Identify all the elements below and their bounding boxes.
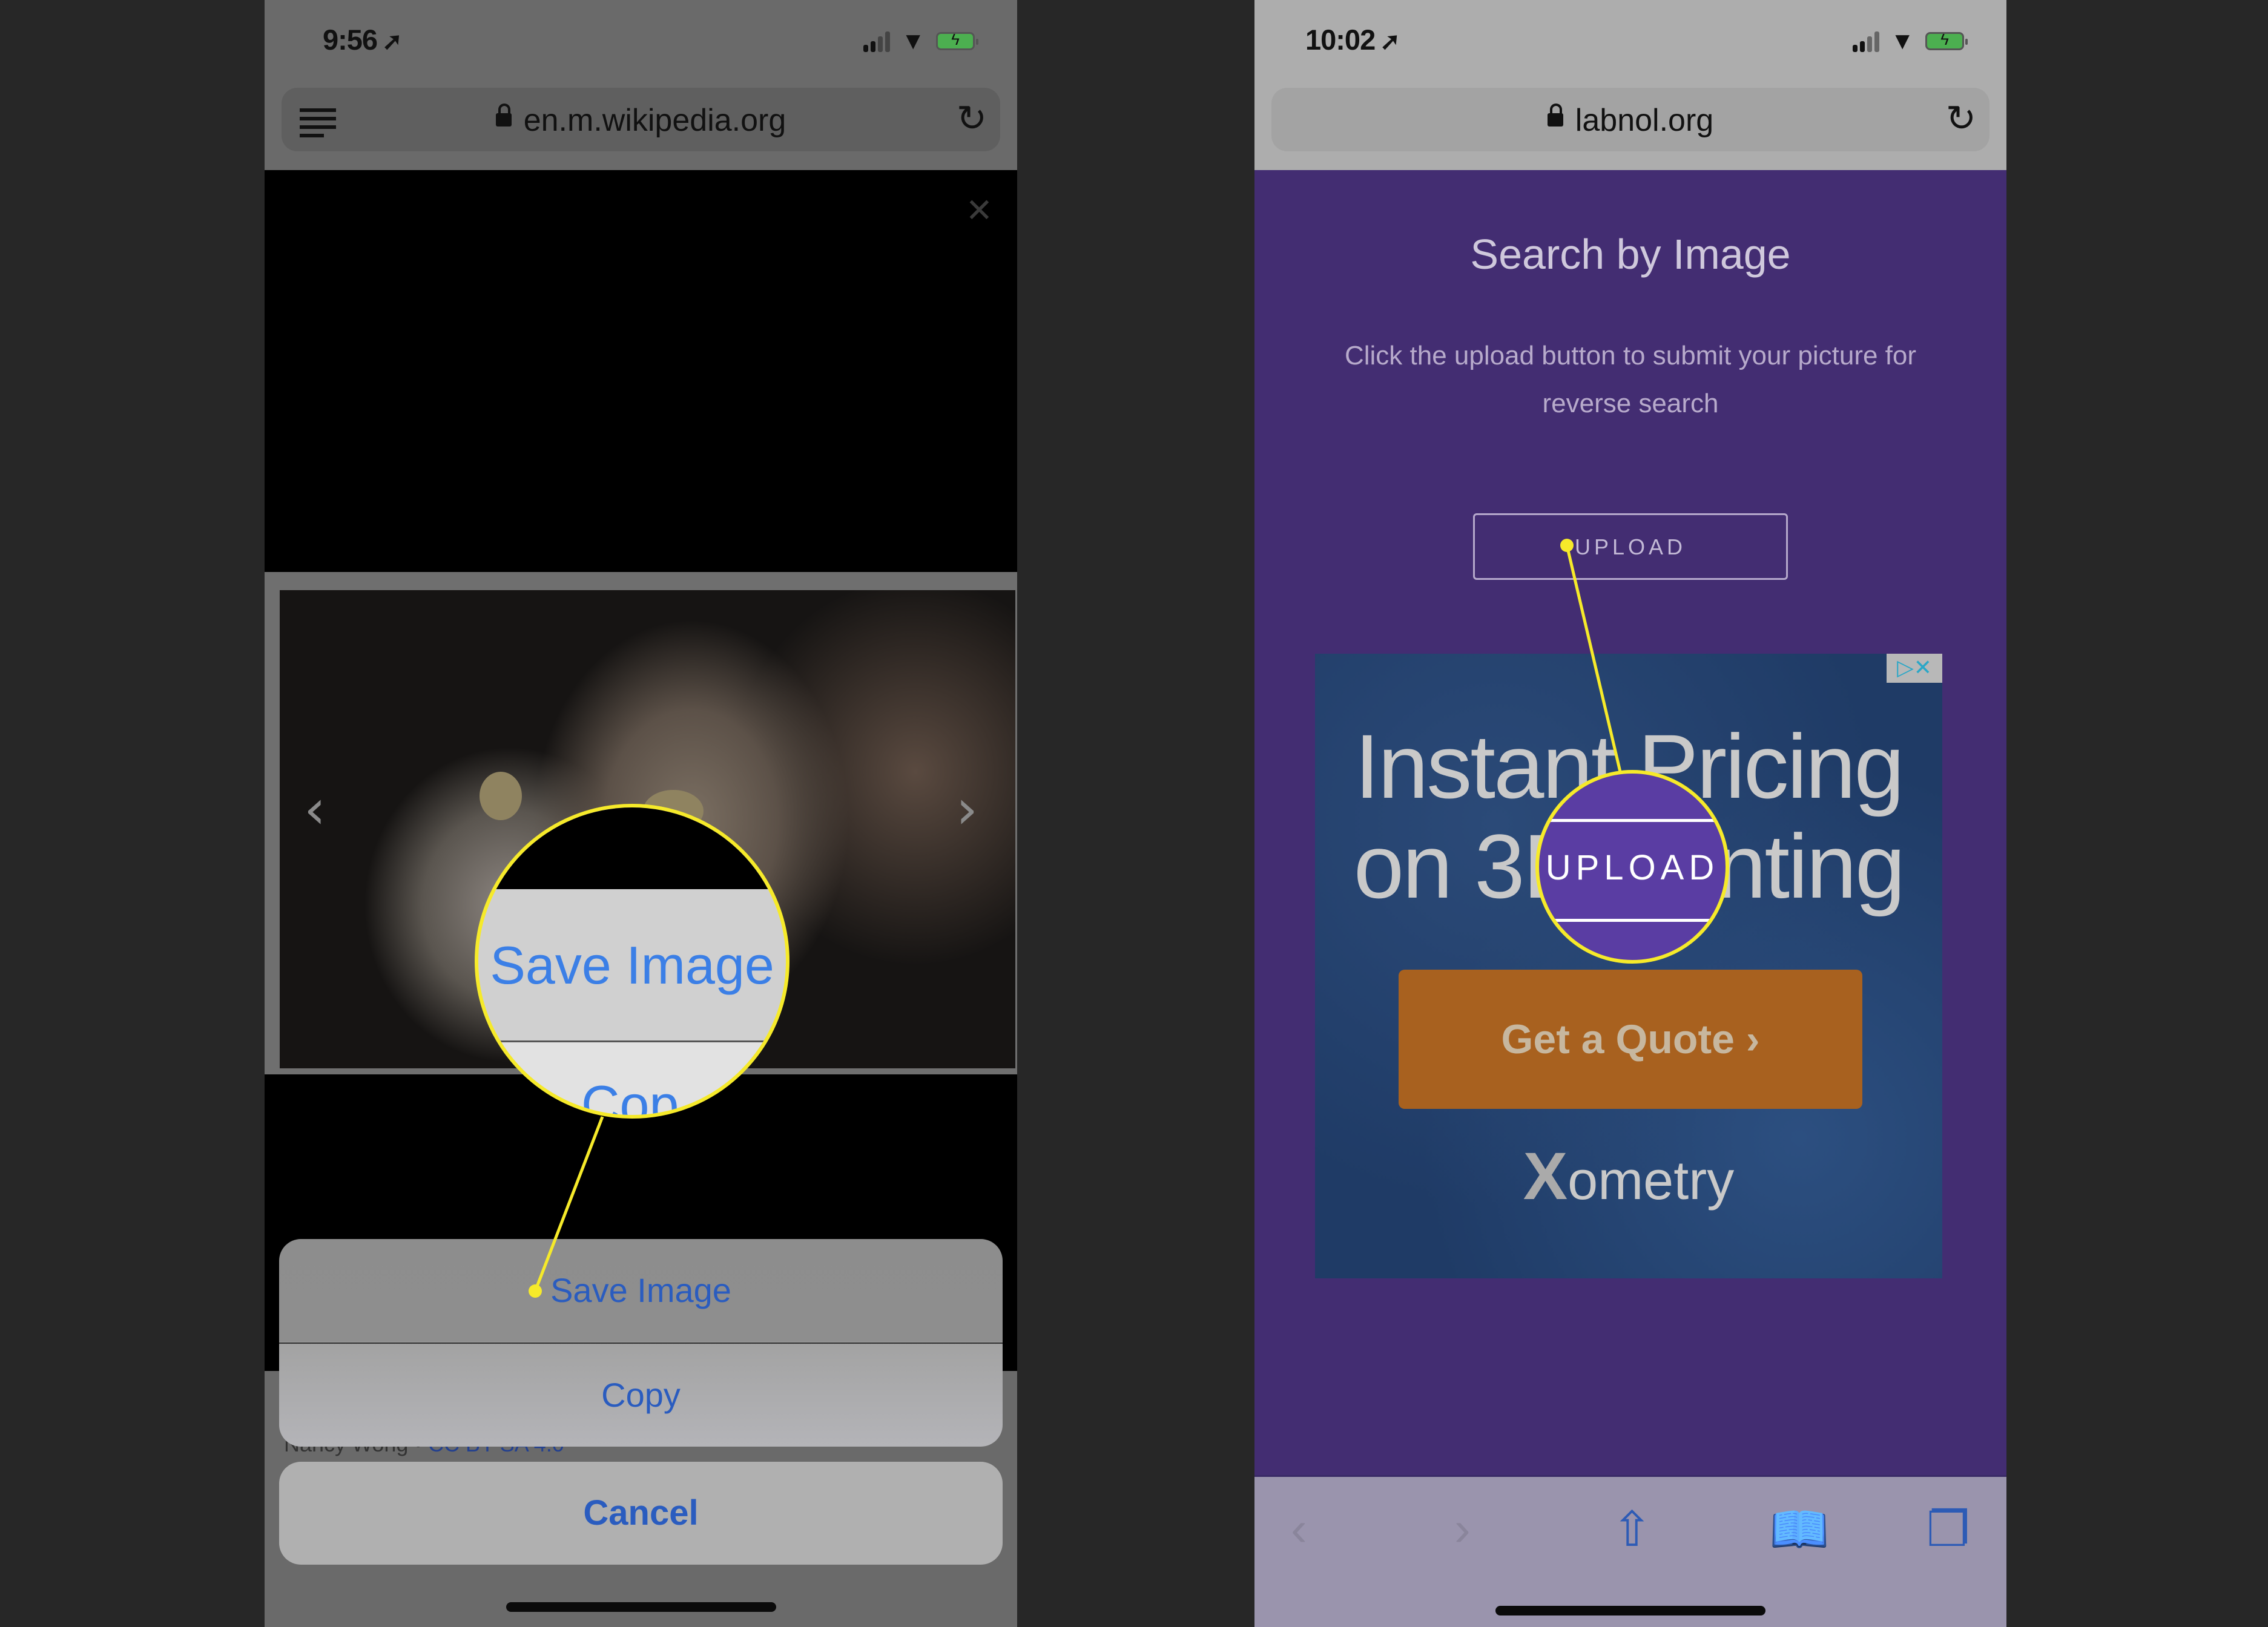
- page-title: Search by Image: [1470, 231, 1791, 278]
- adchoices-icon[interactable]: ▷✕: [1887, 654, 1942, 683]
- url-text[interactable]: labnol.org: [1575, 103, 1713, 138]
- home-indicator[interactable]: [1495, 1606, 1765, 1615]
- home-indicator[interactable]: [506, 1602, 776, 1612]
- battery-icon: ϟ: [936, 30, 978, 50]
- copy-button[interactable]: Copy: [279, 1344, 1003, 1447]
- get-quote-button[interactable]: Get a Quote ›: [1399, 970, 1862, 1109]
- reload-icon[interactable]: ↻: [957, 97, 987, 140]
- url-text[interactable]: en.m.wikipedia.org: [524, 103, 786, 138]
- wifi-icon: ▼: [901, 27, 925, 54]
- advertisement[interactable]: ▷✕ Instant Pricing on 3D Printing Get a …: [1315, 654, 1942, 1278]
- address-bar[interactable]: labnol.org ↻: [1271, 88, 1989, 151]
- location-icon: ➚: [1380, 28, 1400, 55]
- magnified-save-image: Save Image: [490, 935, 774, 995]
- address-bar[interactable]: en.m.wikipedia.org ↻: [282, 88, 1000, 151]
- back-icon[interactable]: ‹: [1291, 1501, 1307, 1557]
- wifi-icon: ▼: [1890, 27, 1914, 54]
- close-icon[interactable]: ✕: [966, 191, 993, 229]
- status-bar: 9:56 ➚ ▼ ϟ: [265, 0, 1017, 85]
- next-image-icon[interactable]: ›: [956, 778, 978, 841]
- battery-icon: ϟ: [1925, 30, 1968, 50]
- share-icon[interactable]: ⇧: [1612, 1501, 1652, 1557]
- previous-image-icon[interactable]: ‹: [304, 778, 326, 841]
- action-sheet: Save Image Copy: [279, 1239, 1003, 1447]
- status-bar: 10:02 ➚ ▼ ϟ: [1254, 0, 2006, 85]
- status-time: 9:56 ➚: [323, 24, 403, 56]
- tabs-icon[interactable]: ❐: [1927, 1501, 1970, 1557]
- magnifier-callout-left: Save Image Cop: [475, 804, 790, 1119]
- page-description: Click the upload button to submit your p…: [1344, 341, 1917, 418]
- logo-x-icon: X: [1523, 1139, 1568, 1214]
- save-image-button[interactable]: Save Image: [279, 1239, 1003, 1342]
- magnifier-callout-right: UPLOAD: [1535, 770, 1729, 964]
- upload-button[interactable]: UPLOAD: [1473, 513, 1788, 580]
- cellular-signal-icon: [863, 30, 891, 52]
- cellular-signal-icon: [1853, 30, 1880, 52]
- bookmarks-icon[interactable]: 📖: [1769, 1501, 1830, 1558]
- forward-icon[interactable]: ›: [1454, 1501, 1471, 1557]
- lock-icon: [1547, 104, 1563, 127]
- magnified-upload: UPLOAD: [1545, 848, 1719, 887]
- location-icon: ➚: [382, 28, 403, 55]
- safari-toolbar: ‹ › ⇧ 📖 ❐: [1254, 1475, 2006, 1627]
- xometry-logo: Xometry: [1523, 1139, 1735, 1214]
- cancel-button[interactable]: Cancel: [279, 1462, 1003, 1565]
- status-time: 10:02 ➚: [1305, 24, 1400, 56]
- reload-icon[interactable]: ↻: [1946, 97, 1976, 140]
- lock-icon: [495, 104, 512, 127]
- magnified-copy-peek: Cop: [581, 1074, 679, 1119]
